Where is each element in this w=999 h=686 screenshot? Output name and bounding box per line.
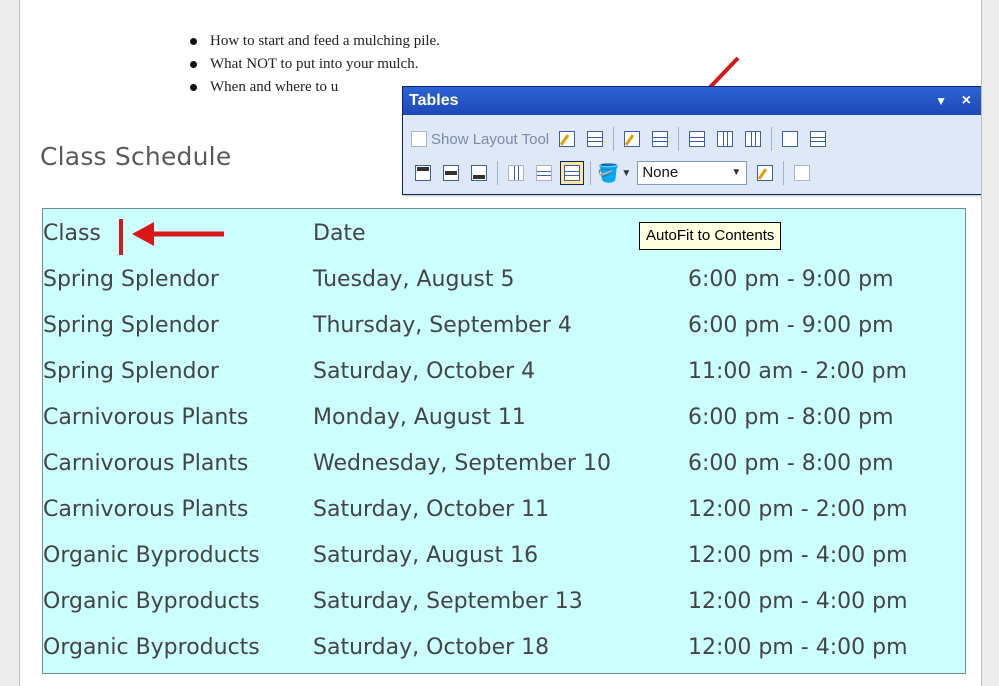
layout-tool-icon [411, 131, 427, 147]
cell-date[interactable]: Saturday, October 4 [313, 349, 535, 395]
insert-columns-icon [745, 131, 762, 147]
center-vertically-button[interactable] [439, 161, 463, 185]
cell-time[interactable]: 12:00 pm - 4:00 pm [688, 625, 908, 671]
cell-class[interactable]: Carnivorous Plants [43, 395, 248, 441]
center-vertically-icon [443, 165, 459, 181]
cell-date[interactable]: Saturday, September 13 [313, 579, 583, 625]
align-top-icon [415, 165, 431, 181]
insert-rows-icon [689, 131, 706, 147]
text-cursor-mark [119, 219, 123, 255]
cell-formatting-button[interactable] [753, 161, 777, 185]
cell-time[interactable]: 12:00 pm - 4:00 pm [688, 533, 908, 579]
distribute-columns-button[interactable] [532, 161, 556, 185]
cell-date[interactable]: Monday, August 11 [313, 395, 526, 441]
cell-time[interactable]: 6:00 pm - 8:00 pm [688, 395, 894, 441]
separator [590, 161, 591, 185]
cell-formatting-icon [757, 165, 774, 181]
fill-down-icon [794, 165, 811, 181]
chevron-down-icon: ▼ [731, 167, 742, 178]
cell-date[interactable]: Tuesday, August 5 [313, 257, 514, 303]
table-properties-button[interactable] [648, 127, 672, 151]
border-style-value: None [642, 164, 679, 181]
cell-class[interactable]: Carnivorous Plants [43, 441, 248, 487]
separator [678, 127, 680, 151]
document-page: How to start and feed a mulching pile. W… [19, 0, 982, 686]
tables-toolbar[interactable]: Tables ▼ × Show Layout Tool 🪣 ▼ None ▼ [402, 86, 981, 195]
cell-class[interactable]: Organic Byproducts [43, 579, 260, 625]
cell-class[interactable]: Spring Splendor [43, 349, 219, 395]
draw-layout-cell-button[interactable] [583, 127, 607, 151]
cell-class[interactable]: Carnivorous Plants [43, 487, 248, 533]
fill-down-button[interactable] [790, 161, 814, 185]
edit-icon [624, 131, 641, 147]
page-heading: Class Schedule [40, 142, 232, 171]
align-top-button[interactable] [411, 161, 435, 185]
red-arrow-left-icon [132, 222, 224, 246]
split-cells-icon [717, 131, 734, 147]
header-class: Class [43, 221, 101, 246]
header-date: Date [313, 221, 366, 246]
border-style-select[interactable]: None ▼ [637, 161, 748, 185]
insert-columns-button[interactable] [741, 127, 765, 151]
close-icon[interactable]: × [962, 87, 971, 115]
cell-date[interactable]: Saturday, August 16 [313, 533, 538, 579]
table-grid-icon [810, 131, 827, 147]
separator [497, 161, 498, 185]
autofit-icon [564, 165, 580, 181]
toolbar-row-2: 🪣 ▼ None ▼ [411, 157, 818, 189]
fill-color-dropdown-icon[interactable]: ▼ [621, 168, 631, 179]
cell-class[interactable]: Organic Byproducts [43, 625, 260, 671]
cell-class[interactable]: Spring Splendor [43, 257, 219, 303]
separator [613, 127, 615, 151]
cell-time[interactable]: 12:00 pm - 4:00 pm [688, 579, 908, 625]
cell-date[interactable]: Thursday, September 4 [313, 303, 572, 349]
distribute-columns-icon [536, 165, 552, 181]
bullet-item: What NOT to put into your mulch. [190, 53, 440, 76]
split-cells-button[interactable] [713, 127, 737, 151]
bullet-item: How to start and feed a mulching pile. [190, 30, 440, 53]
show-layout-tool-button[interactable]: Show Layout Tool [411, 131, 549, 148]
autofit-to-contents-button[interactable] [560, 161, 584, 185]
cell-date[interactable]: Wednesday, September 10 [313, 441, 611, 487]
autofit-tooltip: AutoFit to Contents [639, 222, 782, 250]
toolbar-row-1: Show Layout Tool [411, 123, 834, 155]
schedule-table[interactable]: Class Date Spring Splendor Tuesday, Augu… [42, 208, 966, 674]
cell-class[interactable]: Spring Splendor [43, 303, 219, 349]
cell-time[interactable]: 11:00 am - 2:00 pm [688, 349, 907, 395]
toolbar-titlebar[interactable]: Tables ▼ × [403, 87, 981, 115]
distribute-rows-button[interactable] [504, 161, 528, 185]
fill-color-icon[interactable]: 🪣 [597, 163, 619, 184]
draw-table-icon [559, 131, 576, 147]
separator [771, 127, 773, 151]
merge-cells-button[interactable] [778, 127, 802, 151]
toolbar-options-icon[interactable]: ▼ [935, 87, 947, 115]
cell-time[interactable]: 6:00 pm - 8:00 pm [688, 441, 894, 487]
separator [783, 161, 785, 185]
cell-date[interactable]: Saturday, October 11 [313, 487, 549, 533]
align-bottom-button[interactable] [467, 161, 491, 185]
cell-class[interactable]: Organic Byproducts [43, 533, 260, 579]
show-layout-tool-label: Show Layout Tool [431, 130, 550, 148]
merge-cells-icon [782, 131, 799, 147]
layout-cell-icon [587, 131, 604, 147]
insert-table-button[interactable] [806, 127, 830, 151]
distribute-rows-icon [508, 165, 524, 181]
insert-rows-button[interactable] [685, 127, 709, 151]
cell-time[interactable]: 12:00 pm - 2:00 pm [688, 487, 908, 533]
align-bottom-icon [471, 165, 487, 181]
properties-icon [652, 131, 669, 147]
cell-date[interactable]: Saturday, October 18 [313, 625, 549, 671]
cell-time[interactable]: 6:00 pm - 9:00 pm [688, 257, 894, 303]
draw-table-button[interactable] [555, 127, 579, 151]
toolbar-title: Tables [409, 92, 459, 109]
edit-table-button[interactable] [620, 127, 644, 151]
cell-time[interactable]: 6:00 pm - 9:00 pm [688, 303, 894, 349]
